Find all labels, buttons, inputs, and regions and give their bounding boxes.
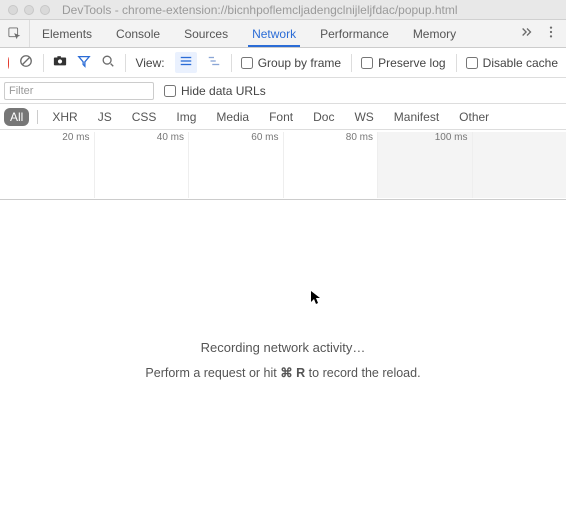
timeline-tick: 40 ms — [157, 132, 184, 143]
tab-sources[interactable]: Sources — [172, 20, 240, 47]
preserve-log-checkbox[interactable]: Preserve log — [361, 56, 445, 70]
checkbox-input[interactable] — [361, 57, 373, 69]
type-label: WS — [354, 110, 373, 124]
type-other[interactable]: Other — [453, 108, 495, 126]
divider — [37, 110, 38, 124]
waterfall-view-button[interactable] — [207, 54, 221, 71]
type-label: All — [10, 110, 23, 124]
type-label: Other — [459, 110, 489, 124]
window-titlebar: DevTools - chrome-extension://bicnhpofle… — [0, 0, 566, 20]
tab-label: Performance — [320, 27, 389, 41]
window-title: DevTools - chrome-extension://bicnhpofle… — [62, 3, 458, 17]
search-button[interactable] — [101, 54, 115, 71]
checkbox-label: Preserve log — [378, 56, 445, 70]
disable-cache-checkbox[interactable]: Disable cache — [466, 56, 558, 70]
tab-performance[interactable]: Performance — [308, 20, 401, 47]
type-label: Font — [269, 110, 293, 124]
panel-tabs-row: Elements Console Sources Network Perform… — [0, 20, 566, 48]
screenshots-button[interactable] — [53, 54, 67, 71]
type-ws[interactable]: WS — [348, 108, 379, 126]
type-xhr[interactable]: XHR — [46, 108, 83, 126]
tab-elements[interactable]: Elements — [30, 20, 104, 47]
type-font[interactable]: Font — [263, 108, 299, 126]
tab-label: Network — [252, 27, 296, 41]
tab-label: Console — [116, 27, 160, 41]
type-label: Manifest — [394, 110, 439, 124]
timeline-grid: 20 ms 40 ms 60 ms 80 ms 100 ms — [0, 132, 566, 144]
record-button[interactable] — [8, 57, 9, 69]
checkbox-input[interactable] — [466, 57, 478, 69]
tab-label: Elements — [42, 27, 92, 41]
type-js[interactable]: JS — [92, 108, 118, 126]
view-label: View: — [135, 56, 164, 70]
zoom-window-button[interactable] — [40, 5, 50, 15]
type-media[interactable]: Media — [210, 108, 255, 126]
checkbox-input[interactable] — [164, 85, 176, 97]
type-manifest[interactable]: Manifest — [388, 108, 445, 126]
checkbox-input[interactable] — [241, 57, 253, 69]
clear-button[interactable] — [19, 54, 33, 71]
tab-label: Sources — [184, 27, 228, 41]
empty-text-pre: Perform a request or hit — [145, 366, 280, 380]
minimize-window-button[interactable] — [24, 5, 34, 15]
close-window-button[interactable] — [8, 5, 18, 15]
checkbox-label: Disable cache — [483, 56, 558, 70]
type-doc[interactable]: Doc — [307, 108, 340, 126]
hide-data-urls-checkbox[interactable]: Hide data URLs — [164, 84, 266, 98]
type-img[interactable]: Img — [170, 108, 202, 126]
empty-state: Recording network activity… Perform a re… — [0, 200, 566, 380]
filter-toggle-button[interactable] — [77, 54, 91, 71]
type-all[interactable]: All — [4, 108, 29, 126]
tab-label: Memory — [413, 27, 456, 41]
empty-title: Recording network activity… — [0, 340, 566, 355]
network-toolbar: View: Group by frame Preserve log Disabl… — [0, 48, 566, 78]
keyboard-shortcut: ⌘ R — [280, 366, 305, 380]
timeline-overview[interactable]: 20 ms 40 ms 60 ms 80 ms 100 ms — [0, 130, 566, 200]
large-rows-button[interactable] — [175, 52, 197, 73]
panel-tabs: Elements Console Sources Network Perform… — [30, 20, 468, 47]
type-label: Media — [216, 110, 249, 124]
resource-types-row: All XHR JS CSS Img Media Font Doc WS Man… — [0, 104, 566, 130]
tabs-right — [512, 20, 566, 47]
inspect-element-button[interactable] — [0, 20, 30, 47]
filter-row: Hide data URLs — [0, 78, 566, 104]
timeline-tick: 80 ms — [346, 132, 373, 143]
group-by-frame-checkbox[interactable]: Group by frame — [241, 56, 341, 70]
settings-menu-button[interactable] — [544, 25, 558, 42]
checkbox-label: Hide data URLs — [181, 84, 266, 98]
type-label: Img — [176, 110, 196, 124]
timeline-tick: 100 ms — [435, 132, 468, 143]
timeline-tick: 20 ms — [62, 132, 89, 143]
type-label: CSS — [132, 110, 157, 124]
type-label: Doc — [313, 110, 334, 124]
tab-memory[interactable]: Memory — [401, 20, 468, 47]
checkbox-label: Group by frame — [258, 56, 341, 70]
traffic-lights — [8, 5, 50, 15]
tab-console[interactable]: Console — [104, 20, 172, 47]
filter-input[interactable] — [4, 82, 154, 100]
type-css[interactable]: CSS — [126, 108, 163, 126]
tab-network[interactable]: Network — [240, 20, 308, 47]
more-tabs-button[interactable] — [520, 25, 534, 42]
timeline-tick: 60 ms — [251, 132, 278, 143]
empty-subtitle: Perform a request or hit ⌘ R to record t… — [0, 365, 566, 380]
empty-text-post: to record the reload. — [305, 366, 420, 380]
type-label: XHR — [52, 110, 77, 124]
type-label: JS — [98, 110, 112, 124]
